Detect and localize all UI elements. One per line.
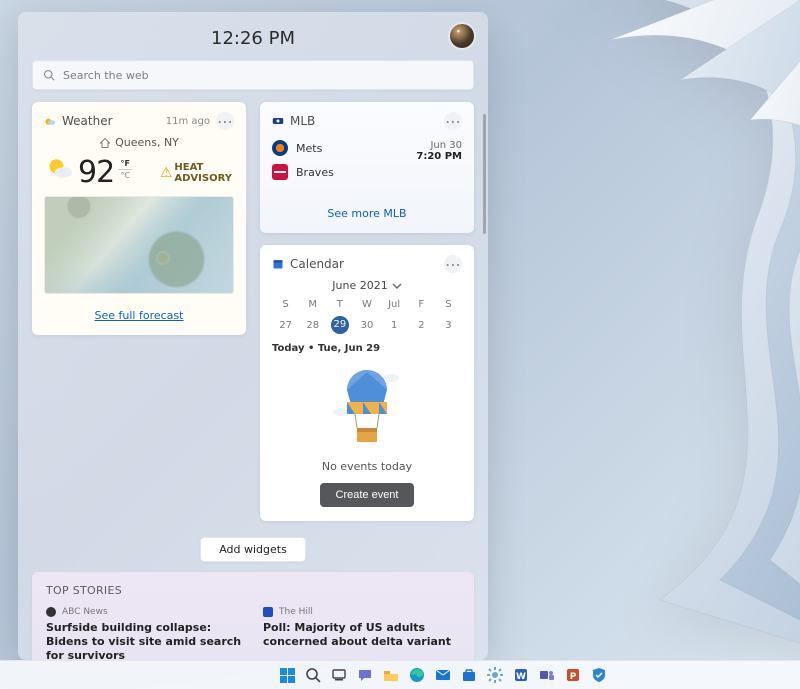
warning-icon: ⚠ <box>160 165 173 181</box>
calendar-dow: S <box>272 296 299 313</box>
weather-title: Weather <box>62 114 113 128</box>
game-time: Jun 30 7:20 PM <box>416 140 462 162</box>
braves-logo-icon <box>272 164 288 180</box>
calendar-dow: M <box>299 296 326 313</box>
calendar-day[interactable]: 2 <box>408 313 435 337</box>
forecast-link[interactable]: See full forecast <box>95 309 184 322</box>
search-box[interactable]: Search the web <box>32 60 474 90</box>
story-source: The Hill <box>279 607 313 617</box>
story-item[interactable]: ABC News Surfside building collapse: Bid… <box>46 607 243 660</box>
mail-button[interactable] <box>433 665 453 685</box>
mlb-team-row[interactable]: Braves <box>272 164 334 180</box>
calendar-more-button[interactable]: ⋯ <box>444 255 462 273</box>
weather-age: 11m ago <box>166 116 210 127</box>
taskbar: W P <box>0 660 800 689</box>
story-headline: Poll: Majority of US adults concerned ab… <box>263 621 460 649</box>
edge-button[interactable] <box>407 665 427 685</box>
security-button[interactable] <box>589 665 609 685</box>
create-event-button[interactable]: Create event <box>320 483 415 507</box>
team-name: Mets <box>296 142 322 155</box>
map-location-dot <box>158 253 168 263</box>
mlb-title: MLB <box>290 114 315 128</box>
weather-location: Queens, NY <box>115 136 179 149</box>
settings-button[interactable] <box>485 665 505 685</box>
calendar-widget[interactable]: Calendar ⋯ June 2021 SMTWJulFS 272829301… <box>260 245 474 521</box>
calendar-dow: T <box>326 296 353 313</box>
office-app-button-2[interactable]: P <box>563 665 583 685</box>
calendar-icon <box>272 258 284 270</box>
chat-button[interactable] <box>355 665 375 685</box>
store-button[interactable] <box>459 665 479 685</box>
calendar-month-picker[interactable]: June 2021 <box>272 279 462 292</box>
taskbar-search-button[interactable] <box>303 665 323 685</box>
weather-icon <box>44 115 56 127</box>
source-icon <box>263 607 273 617</box>
mlb-more-button[interactable]: ⋯ <box>444 112 462 130</box>
story-headline: Surfside building collapse: Bidens to vi… <box>46 621 243 660</box>
user-avatar[interactable] <box>450 24 474 48</box>
office-app-button[interactable]: W <box>511 665 531 685</box>
mlb-widget[interactable]: MLB ⋯ Mets Braves <box>260 102 474 233</box>
weather-more-button[interactable]: ⋯ <box>216 112 234 130</box>
widgets-panel: 12:26 PM Search the web Weather <box>18 12 488 660</box>
team-name: Braves <box>296 166 334 179</box>
weather-widget[interactable]: Weather 11m ago ⋯ Queens, NY <box>32 102 246 335</box>
add-widgets-button[interactable]: Add widgets <box>200 537 306 562</box>
svg-text:W: W <box>516 672 526 682</box>
calendar-day[interactable]: 3 <box>435 313 462 337</box>
calendar-empty-text: No events today <box>272 460 462 473</box>
scrollbar[interactable] <box>483 114 486 234</box>
sun-cloud-icon <box>46 155 74 183</box>
mlb-icon <box>272 115 284 127</box>
chevron-down-icon <box>392 281 402 291</box>
calendar-week-strip[interactable]: SMTWJulFS 27282930123 <box>272 296 462 337</box>
calendar-day[interactable]: 1 <box>381 313 408 337</box>
unit-toggle[interactable]: °F °C <box>118 159 132 180</box>
panel-clock: 12:26 PM <box>211 28 295 49</box>
task-view-button[interactable] <box>329 665 349 685</box>
mets-logo-icon <box>272 140 288 156</box>
home-icon <box>99 137 111 149</box>
calendar-day[interactable]: 28 <box>299 313 326 337</box>
top-stories-heading: TOP STORIES <box>46 584 460 597</box>
story-source: ABC News <box>62 607 108 617</box>
search-icon <box>43 69 55 81</box>
calendar-dow: W <box>353 296 380 313</box>
source-icon <box>46 607 56 617</box>
start-button[interactable] <box>277 665 297 685</box>
calendar-day[interactable]: 29 <box>326 313 353 337</box>
calendar-dow: Jul <box>381 296 408 313</box>
calendar-day[interactable]: 27 <box>272 313 299 337</box>
search-placeholder: Search the web <box>63 69 149 82</box>
calendar-title: Calendar <box>290 257 344 271</box>
weather-map[interactable] <box>44 196 234 294</box>
weather-temp: 92 <box>78 155 114 190</box>
calendar-dow: F <box>408 296 435 313</box>
svg-text:P: P <box>570 672 577 682</box>
teams-button[interactable] <box>537 665 557 685</box>
file-explorer-button[interactable] <box>381 665 401 685</box>
story-item[interactable]: The Hill Poll: Majority of US adults con… <box>263 607 460 660</box>
mlb-link[interactable]: See more MLB <box>327 207 406 220</box>
calendar-dow: S <box>435 296 462 313</box>
calendar-day[interactable]: 30 <box>353 313 380 337</box>
mlb-team-row[interactable]: Mets <box>272 140 334 156</box>
balloon-illustration <box>327 362 407 448</box>
top-stories-widget[interactable]: TOP STORIES ABC News Surfside building c… <box>32 572 474 660</box>
weather-advisory[interactable]: ⚠ HEAT ADVISORY <box>160 162 232 184</box>
calendar-today: Today • Tue, Jun 29 <box>272 343 462 354</box>
